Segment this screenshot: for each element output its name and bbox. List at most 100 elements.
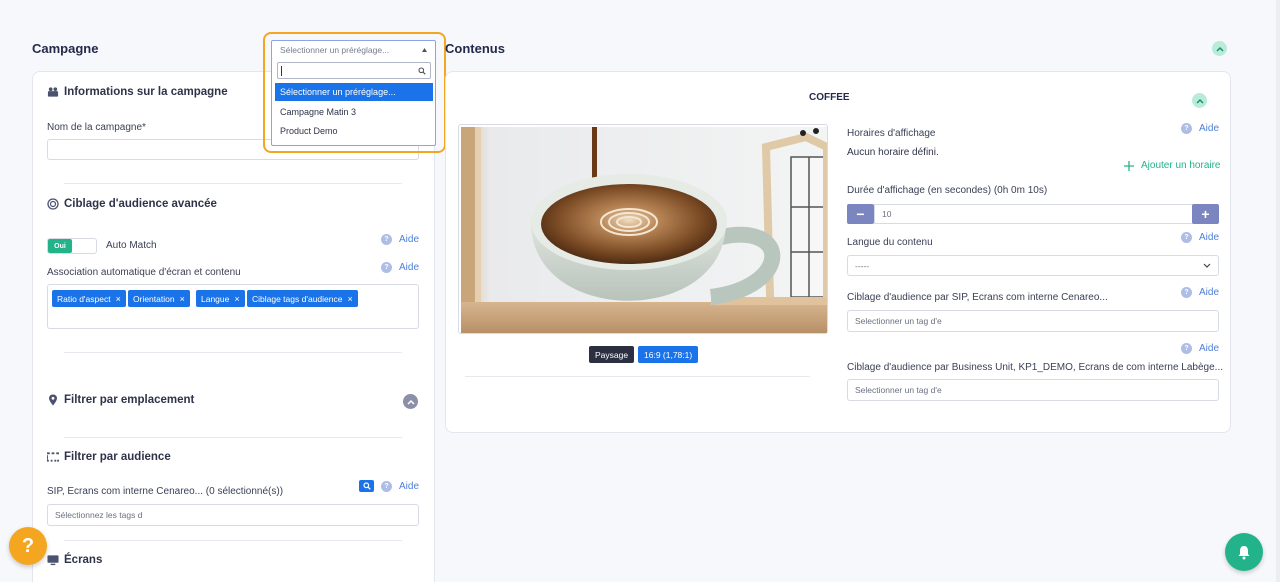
language-select[interactable]: -----: [847, 255, 1219, 276]
search-tags-button[interactable]: [359, 480, 374, 492]
tag-label: Ratio d'aspect: [57, 293, 111, 304]
help-icon: ?: [1181, 343, 1192, 354]
toggle-on-label: Oui: [48, 239, 72, 253]
help-link-language[interactable]: ? Aide: [1181, 232, 1219, 243]
duration-decrement-button[interactable]: −: [847, 204, 874, 224]
tag-audience-tags: Ciblage tags d'audience ×: [247, 290, 358, 307]
remove-tag-icon[interactable]: ×: [116, 294, 121, 304]
preset-option-placeholder[interactable]: Sélectionner un préréglage...: [275, 83, 433, 101]
advanced-audience-label: Ciblage d'audience avancée: [64, 198, 217, 210]
divider: [64, 352, 402, 353]
preset-option-product-demo[interactable]: Product Demo: [275, 122, 433, 140]
help-link-schedule[interactable]: ? Aide: [1181, 123, 1219, 134]
help-icon: ?: [1181, 287, 1192, 298]
audience-filter-label: Filtrer par audience: [64, 451, 171, 463]
preset-select[interactable]: Sélectionner un préréglage...: [271, 40, 436, 60]
help-label: Aide: [1199, 343, 1220, 354]
divider: [64, 183, 402, 184]
divider: [64, 540, 402, 541]
help-link-association[interactable]: ? Aide: [381, 262, 419, 273]
help-icon: ?: [381, 262, 392, 273]
help-link-sip-targeting[interactable]: ? Aide: [1181, 287, 1219, 298]
tag-orientation: Orientation ×: [128, 290, 190, 307]
help-link-auto-match[interactable]: ? Aide: [381, 234, 419, 245]
sip-targeting-input[interactable]: Selectionner un tag d'e: [847, 310, 1219, 332]
help-label: Aide: [399, 234, 420, 245]
search-icon: [418, 67, 426, 75]
contents-collapse-button[interactable]: [1212, 41, 1227, 56]
content-name: COFFEE: [809, 92, 850, 103]
help-label: Aide: [1199, 123, 1220, 134]
auto-match-toggle[interactable]: Oui: [47, 238, 97, 254]
content-collapse-button[interactable]: [1192, 93, 1207, 108]
coffee-image: [461, 127, 831, 337]
campaign-info-header: Informations sur la campagne: [47, 86, 228, 98]
text-cursor: [281, 66, 282, 76]
caret-up-icon: [422, 48, 427, 52]
campaign-title: Campagne: [32, 41, 99, 56]
help-icon: ?: [1181, 232, 1192, 243]
target-icon: [47, 198, 59, 210]
chevron-up-icon: [406, 399, 415, 405]
audience-grid-icon: [47, 451, 59, 463]
film-icon: [47, 86, 59, 98]
bu-targeting-label: Ciblage d'audience par Business Unit, KP…: [847, 362, 1224, 373]
content-preview-frame: [458, 124, 831, 337]
help-link-sip[interactable]: ? Aide: [381, 481, 419, 492]
monitor-icon: [47, 554, 59, 566]
campaign-info-label: Informations sur la campagne: [64, 86, 228, 98]
campaign-name-label: Nom de la campagne*: [47, 122, 146, 133]
association-label: Association automatique d'écran et conte…: [47, 267, 241, 278]
add-schedule-button[interactable]: Ajouter un horaire: [1124, 160, 1221, 171]
page-scrollbar[interactable]: [1276, 0, 1280, 582]
search-icon: [362, 482, 371, 490]
orientation-badge: Paysage: [589, 346, 635, 363]
sip-targeting-label: Ciblage d'audience par SIP, Ecrans com i…: [847, 292, 1108, 303]
remove-tag-icon[interactable]: ×: [180, 294, 185, 304]
location-filter-label: Filtrer par emplacement: [64, 394, 195, 406]
duration-increment-button[interactable]: +: [1192, 204, 1219, 224]
preset-dropdown-panel: Sélectionner un préréglage... Campagne M…: [271, 59, 436, 146]
preset-selected-value: Sélectionner un préréglage...: [280, 45, 390, 55]
chevron-up-icon: [1195, 98, 1204, 104]
bu-targeting-input[interactable]: Selectionner un tag d'e: [847, 379, 1219, 401]
audience-filter-header: Filtrer par audience: [47, 451, 171, 463]
sip-filter-label: SIP, Ecrans com interne Cenareo... (0 sé…: [47, 486, 284, 497]
divider: [465, 376, 810, 377]
tag-aspect-ratio: Ratio d'aspect ×: [52, 290, 126, 307]
divider: [64, 437, 402, 438]
contents-title: Contenus: [445, 41, 505, 56]
tag-label: Ciblage tags d'audience: [252, 293, 343, 304]
schedule-label: Horaires d'affichage: [847, 128, 936, 139]
location-pin-icon: [47, 394, 59, 406]
help-label: Aide: [1199, 287, 1220, 298]
remove-tag-icon[interactable]: ×: [347, 294, 352, 304]
tag-language: Langue ×: [196, 290, 245, 307]
screens-header: Écrans: [47, 554, 102, 566]
chevron-down-icon: [1203, 263, 1211, 268]
help-label: Aide: [399, 262, 420, 273]
preset-search-input[interactable]: [277, 62, 431, 79]
help-fab-button[interactable]: ?: [9, 527, 47, 565]
sip-tags-input[interactable]: Sélectionnez les tags d: [47, 504, 419, 526]
notifications-fab-button[interactable]: [1225, 533, 1263, 571]
tag-label: Orientation: [133, 293, 175, 304]
duration-input[interactable]: 10: [874, 204, 1193, 224]
screens-label: Écrans: [64, 554, 103, 566]
schedule-value: Aucun horaire défini.: [847, 147, 939, 158]
help-icon: ?: [381, 234, 392, 245]
plus-icon: [1124, 160, 1134, 171]
help-link-bu-targeting[interactable]: ? Aide: [1181, 343, 1219, 354]
preset-option-campagne-matin[interactable]: Campagne Matin 3: [275, 103, 433, 121]
auto-match-label: Auto Match: [106, 240, 157, 251]
location-collapse-button[interactable]: [403, 394, 418, 409]
language-selected-value: -----: [855, 260, 870, 271]
chevron-up-icon: [1215, 46, 1224, 52]
help-icon: ?: [1181, 123, 1192, 134]
bell-icon: [1238, 545, 1250, 559]
help-icon: ?: [381, 481, 392, 492]
location-filter-header: Filtrer par emplacement: [47, 394, 194, 406]
help-label: Aide: [399, 481, 420, 492]
remove-tag-icon[interactable]: ×: [234, 294, 239, 304]
association-tags-input[interactable]: Ratio d'aspect × Orientation × Langue × Cib…: [47, 284, 419, 329]
